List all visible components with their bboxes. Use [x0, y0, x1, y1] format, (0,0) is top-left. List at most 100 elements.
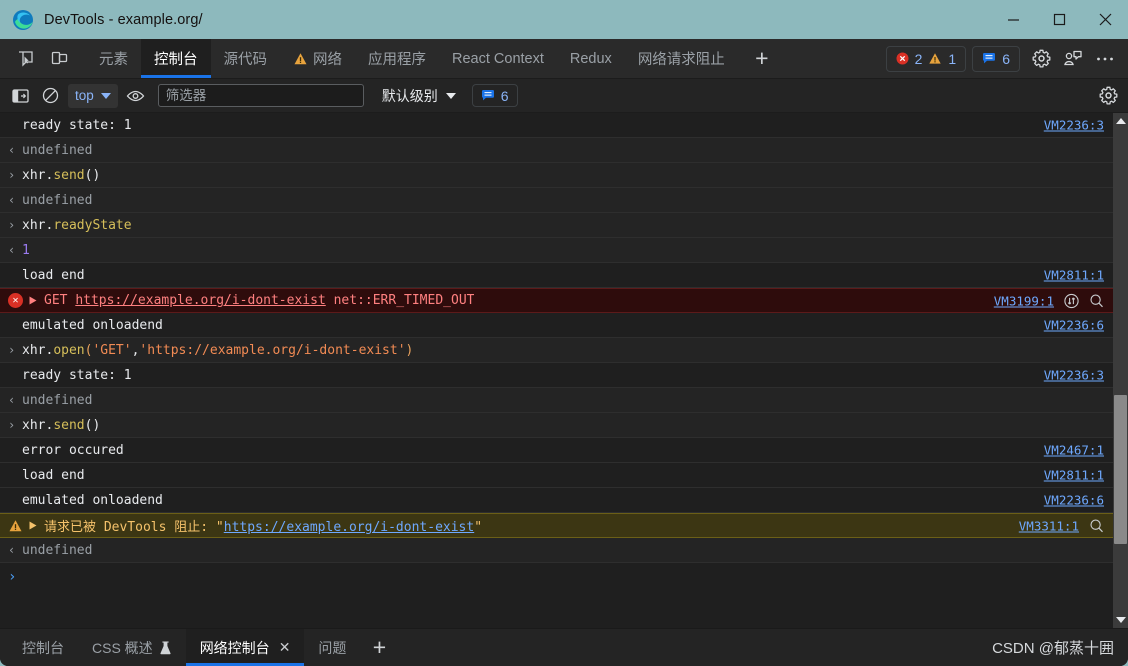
code-token: send — [53, 417, 85, 433]
console-input-row[interactable]: › xhr.open('GET','https://example.org/i-d… — [0, 338, 1113, 363]
console-log-row[interactable]: load end VM2811:1 — [0, 263, 1113, 288]
tab-application[interactable]: 应用程序 — [355, 39, 439, 78]
add-drawer-tab-button[interactable]: + — [360, 629, 398, 666]
console-log-row[interactable]: ready state: 1 VM2236:3 — [0, 113, 1113, 138]
chevron-down-icon — [445, 92, 456, 99]
result-value: undefined — [22, 542, 93, 558]
console-result-row[interactable]: ‹ undefined — [0, 188, 1113, 213]
feedback-icon[interactable] — [1058, 44, 1088, 74]
code-token: xhr — [22, 217, 46, 233]
message-bubble-icon — [481, 90, 494, 101]
clear-console-icon[interactable] — [36, 83, 64, 109]
log-level-selector[interactable]: 默认级别 — [376, 84, 462, 108]
scroll-down-arrow-icon[interactable] — [1115, 612, 1126, 628]
scrollbar-track[interactable] — [1113, 129, 1128, 612]
console-input-row[interactable]: › xhr.send() — [0, 163, 1113, 188]
search-icon[interactable] — [1089, 518, 1104, 533]
search-icon[interactable] — [1089, 293, 1104, 308]
result-value: undefined — [22, 142, 93, 158]
source-link-group: VM2811:1 — [1044, 268, 1104, 283]
console-prompt-row[interactable]: › — [0, 563, 1113, 591]
console-message-list[interactable]: ready state: 1 VM2236:3 ‹ undefined › xhr.sen… — [0, 113, 1128, 628]
source-link-group: VM3311:1 — [1019, 518, 1104, 533]
input-expression: xhr.send() — [22, 418, 100, 433]
issues-counter[interactable]: 2 1 — [885, 45, 967, 72]
log-text: error occured — [22, 442, 124, 458]
console-input-row[interactable]: › xhr.send() — [0, 413, 1113, 438]
drawer-tab-css-overview[interactable]: CSS 概述 — [78, 629, 186, 666]
inspect-element-icon[interactable] — [8, 39, 42, 78]
input-chevron-icon: › — [8, 418, 16, 432]
log-text: load end — [22, 467, 85, 483]
scroll-up-arrow-icon[interactable] — [1115, 113, 1126, 129]
warning-url-link[interactable]: https://example.org/i-dont-exist — [224, 520, 474, 535]
console-log-row[interactable]: ready state: 1 VM2236:3 — [0, 363, 1113, 388]
source-link[interactable]: VM2236:6 — [1044, 493, 1104, 508]
console-log-row[interactable]: load end VM2811:1 — [0, 463, 1113, 488]
tab-react-context[interactable]: React Context — [439, 39, 557, 78]
tab-sources[interactable]: 源代码 — [211, 39, 281, 78]
console-messages-counter[interactable]: 6 — [471, 84, 518, 107]
warning-message: 请求已被 DevTools 阻止: "https://example.org/i… — [44, 520, 483, 535]
error-count: 2 — [914, 50, 923, 67]
device-toolbar-icon[interactable] — [42, 39, 76, 78]
tab-redux[interactable]: Redux — [557, 39, 625, 78]
tab-label: 网络请求阻止 — [637, 52, 725, 68]
add-panel-button[interactable]: + — [744, 39, 780, 78]
drawer-tab-label: CSS 概述 — [92, 639, 153, 656]
code-token: xhr — [22, 417, 46, 433]
source-link[interactable]: VM2236:6 — [1044, 318, 1104, 333]
source-link[interactable]: VM2811:1 — [1044, 468, 1104, 483]
gear-icon[interactable] — [1026, 44, 1056, 74]
window-controls — [990, 0, 1128, 39]
source-link[interactable]: VM2811:1 — [1044, 268, 1104, 283]
tab-network[interactable]: 网络 — [280, 39, 355, 78]
result-value: 1 — [22, 242, 30, 258]
source-link[interactable]: VM3311:1 — [1019, 518, 1079, 533]
console-log-row[interactable]: emulated onloadend VM2236:6 — [0, 313, 1113, 338]
input-expression: xhr.open('GET','https://example.org/i-do… — [22, 343, 413, 358]
close-icon[interactable]: ✕ — [279, 639, 291, 656]
source-link[interactable]: VM2467:1 — [1044, 443, 1104, 458]
execution-context-selector[interactable]: top — [68, 83, 118, 108]
scrollbar-thumb[interactable] — [1114, 394, 1127, 545]
console-log-row[interactable]: error occured VM2467:1 — [0, 438, 1113, 463]
console-scrollbar[interactable] — [1113, 113, 1128, 628]
drawer-tab-console[interactable]: 控制台 — [8, 629, 78, 666]
live-expression-eye-icon[interactable] — [122, 83, 150, 109]
minimize-button[interactable] — [990, 0, 1036, 39]
console-warning-row[interactable]: 请求已被 DevTools 阻止: "https://example.org/i… — [0, 513, 1113, 538]
flask-icon — [160, 641, 171, 654]
result-chevron-icon: ‹ — [8, 393, 16, 407]
messages-counter[interactable]: 6 — [972, 45, 1020, 72]
console-input-row[interactable]: › xhr.readyState — [0, 213, 1113, 238]
more-options-icon[interactable] — [1090, 44, 1120, 74]
console-result-row[interactable]: ‹ 1 — [0, 238, 1113, 263]
console-sidebar-icon[interactable] — [6, 83, 34, 109]
code-token: () — [84, 417, 101, 433]
expand-triangle-icon[interactable] — [29, 521, 37, 530]
result-value: undefined — [22, 392, 93, 408]
maximize-button[interactable] — [1036, 0, 1082, 39]
filter-input[interactable] — [157, 84, 364, 107]
source-link[interactable]: VM2236:3 — [1044, 368, 1104, 383]
source-link[interactable]: VM2236:3 — [1044, 118, 1104, 133]
console-result-row[interactable]: ‹ undefined — [0, 538, 1113, 563]
close-button[interactable] — [1082, 0, 1128, 39]
source-link-group: VM2467:1 — [1044, 443, 1104, 458]
console-log-row[interactable]: emulated onloadend VM2236:6 — [0, 488, 1113, 513]
console-result-row[interactable]: ‹ undefined — [0, 388, 1113, 413]
error-url-link[interactable]: https://example.org/i-dont-exist — [75, 293, 325, 308]
expand-triangle-icon[interactable] — [29, 296, 37, 305]
console-result-row[interactable]: ‹ undefined — [0, 138, 1113, 163]
drawer-tab-network-console[interactable]: 网络控制台 ✕ — [185, 629, 305, 666]
source-link[interactable]: VM3199:1 — [994, 293, 1054, 308]
tab-elements[interactable]: 元素 — [86, 39, 141, 78]
drawer-tab-issues[interactable]: 问题 — [304, 629, 360, 666]
network-request-icon[interactable] — [1064, 293, 1079, 308]
console-error-row[interactable]: ✕ GET https://example.org/i-dont-exist ne… — [0, 288, 1113, 313]
tab-console[interactable]: 控制台 — [141, 39, 211, 78]
console-settings-gear-icon[interactable] — [1094, 83, 1122, 109]
watermark: CSDN @郁蒸十囲 — [992, 640, 1114, 657]
tab-network-request-blocking[interactable]: 网络请求阻止 — [625, 39, 738, 78]
